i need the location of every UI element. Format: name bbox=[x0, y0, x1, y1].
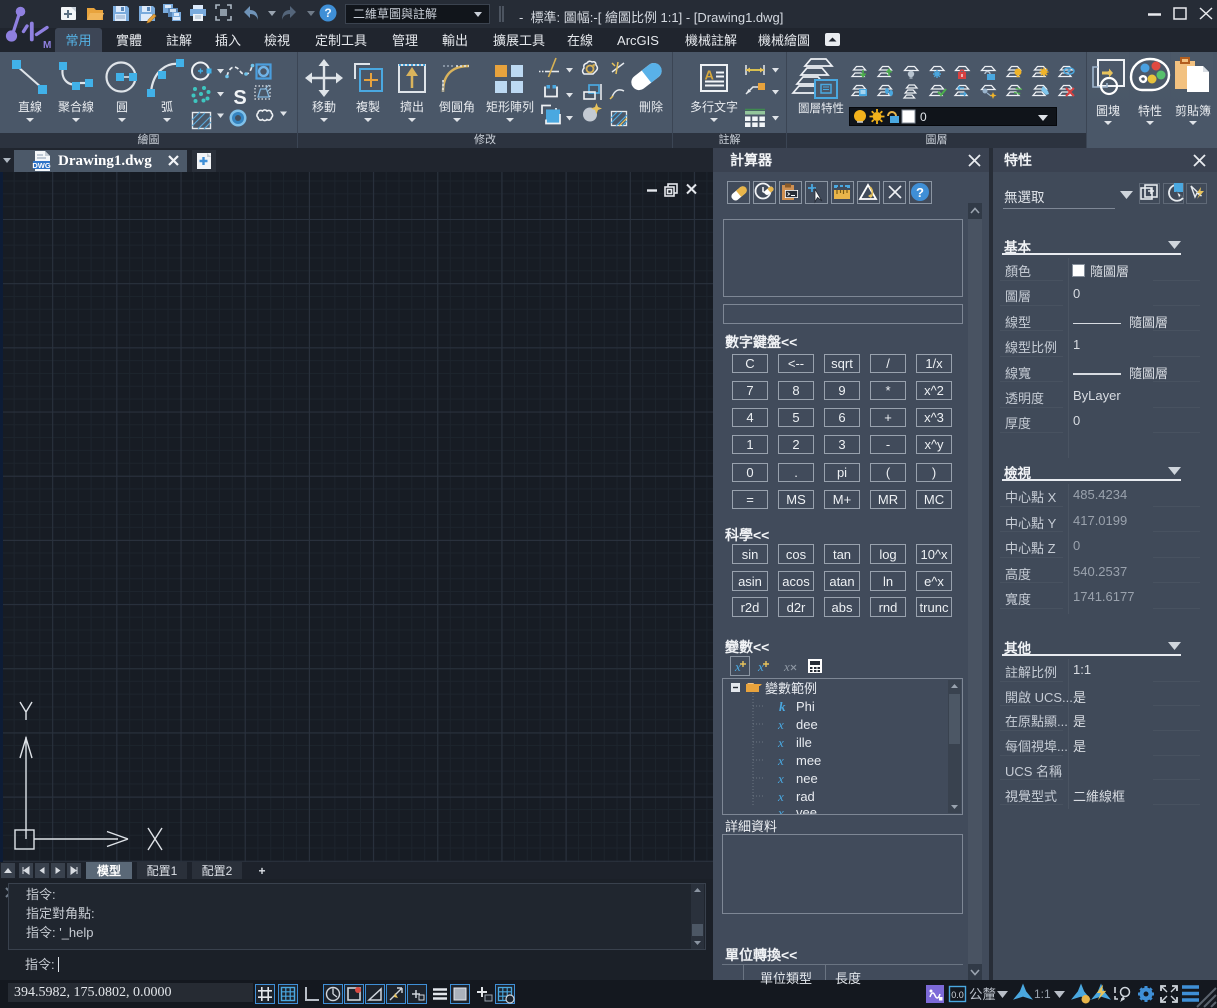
svg-text:x: x bbox=[777, 753, 784, 768]
svg-text:0: 0 bbox=[920, 110, 927, 124]
svg-text:變數範例: 變數範例 bbox=[765, 681, 817, 696]
svg-text:nee: nee bbox=[796, 771, 818, 786]
svg-text:x: x bbox=[777, 717, 784, 732]
svg-text:dee: dee bbox=[796, 717, 818, 732]
svg-text:ille: ille bbox=[796, 735, 812, 750]
svg-text:Phi: Phi bbox=[796, 699, 815, 714]
svg-text:rad: rad bbox=[796, 789, 815, 804]
svg-text:0.0: 0.0 bbox=[951, 990, 964, 1000]
svg-text:mee: mee bbox=[796, 753, 821, 768]
svg-text:x: x bbox=[783, 659, 790, 674]
svg-text:x: x bbox=[777, 805, 784, 814]
svg-text:公釐: 公釐 bbox=[969, 987, 996, 1002]
svg-text:?: ? bbox=[916, 185, 924, 200]
svg-text:A: A bbox=[705, 68, 715, 83]
svg-text:vee: vee bbox=[796, 805, 817, 814]
svg-text:DWG: DWG bbox=[32, 161, 50, 170]
svg-text:x: x bbox=[777, 789, 784, 804]
svg-text:x: x bbox=[757, 659, 764, 674]
svg-text:x: x bbox=[777, 735, 784, 750]
svg-text:x: x bbox=[734, 659, 741, 674]
svg-text:M: M bbox=[43, 40, 51, 51]
svg-text:x: x bbox=[777, 771, 784, 786]
svg-text:1:1: 1:1 bbox=[1034, 987, 1051, 1001]
svg-text:k: k bbox=[779, 699, 786, 714]
svg-text:S: S bbox=[233, 87, 246, 109]
